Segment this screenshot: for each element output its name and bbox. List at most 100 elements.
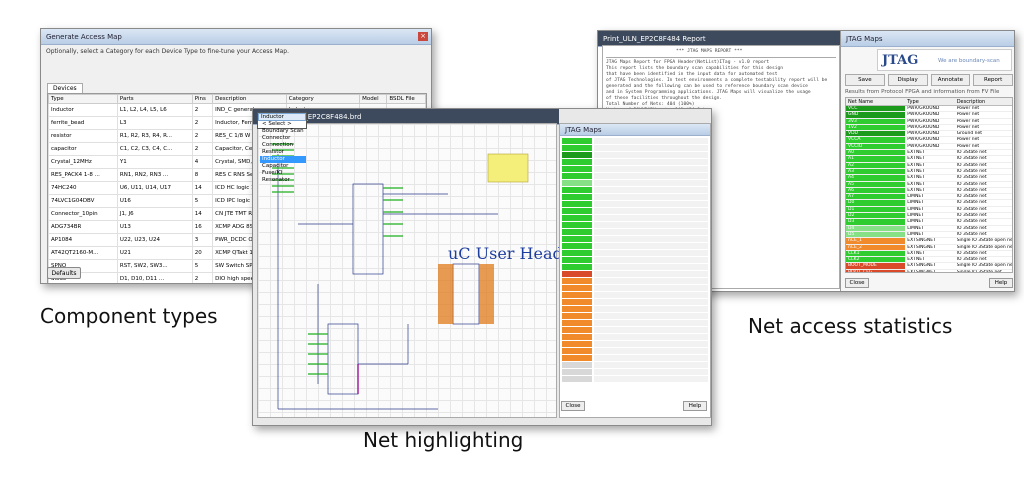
net-detail-bar xyxy=(594,355,708,361)
net-name-cell: D4 xyxy=(846,225,906,231)
toolbar-button-display[interactable]: Display xyxy=(887,74,928,86)
help-button[interactable]: Help xyxy=(683,401,707,411)
table-cell: LIMNET xyxy=(907,194,924,200)
table-cell: 3 xyxy=(191,233,214,247)
dropdown-option[interactable]: Connector xyxy=(260,135,306,142)
net-row[interactable]: BOOT_CFG EXTSINGNET Single IO 3State net xyxy=(846,269,1012,272)
net-row[interactable] xyxy=(562,320,708,326)
table-cell: 4 xyxy=(191,155,214,169)
net-row[interactable] xyxy=(562,187,708,193)
net-row[interactable] xyxy=(562,334,708,340)
net-row[interactable] xyxy=(562,313,708,319)
table-cell: EXTNET xyxy=(907,150,925,156)
net-row[interactable] xyxy=(562,215,708,221)
net-detail-bar xyxy=(594,376,708,382)
highlight-note xyxy=(487,153,529,183)
table-cell: EXTSINGNET xyxy=(907,263,936,269)
table-cell: R1, R2, R3, R4, R... xyxy=(116,129,193,143)
net-detail-bar xyxy=(594,222,708,228)
category-dropdown[interactable]: Inductor < Select > Boundary Scan Connecto… xyxy=(257,112,307,183)
table-cell: EXTNET xyxy=(907,181,925,187)
tab-devices[interactable]: Devices xyxy=(47,83,83,93)
table-cell: Single IO 3State open net xyxy=(956,238,1012,244)
table-cell: IO 3State net xyxy=(956,219,987,225)
column-header: Description xyxy=(956,99,986,105)
table-cell: PWR/GROUND xyxy=(907,124,940,130)
net-row[interactable] xyxy=(562,376,708,382)
net-row[interactable] xyxy=(562,159,708,165)
dropdown-option[interactable]: Connection xyxy=(260,142,306,149)
net-detail-bar xyxy=(594,152,708,158)
net-row[interactable] xyxy=(562,257,708,263)
net-row[interactable] xyxy=(562,243,708,249)
net-row[interactable] xyxy=(562,222,708,228)
net-name-cell: A3 xyxy=(846,168,906,175)
net-indicator xyxy=(562,243,592,249)
dropdown-option[interactable]: Fuse/IO xyxy=(260,170,306,177)
net-row[interactable] xyxy=(562,327,708,333)
net-row[interactable] xyxy=(562,138,708,144)
net-indicator xyxy=(562,348,592,354)
table-cell: Crystal_12MHz xyxy=(48,155,118,169)
caption-net-highlighting: Net highlighting xyxy=(363,428,524,452)
dropdown-option[interactable]: Boundary Scan xyxy=(260,128,306,135)
net-row[interactable] xyxy=(562,173,708,179)
net-row[interactable] xyxy=(562,341,708,347)
net-row[interactable] xyxy=(562,306,708,312)
net-row[interactable] xyxy=(562,194,708,200)
net-row[interactable] xyxy=(562,264,708,270)
logo-tagline: We are boundary-scan xyxy=(938,58,1000,64)
net-detail-bar xyxy=(594,201,708,207)
dropdown-option[interactable]: < Select > xyxy=(260,121,306,128)
net-row[interactable] xyxy=(562,292,708,298)
net-detail-bar xyxy=(594,299,708,305)
toolbar-button-save[interactable]: Save xyxy=(845,74,885,86)
net-row[interactable] xyxy=(562,285,708,291)
net-indicator xyxy=(562,152,592,158)
dropdown-option[interactable]: Capacitor xyxy=(260,163,306,170)
net-row[interactable] xyxy=(562,250,708,256)
dropdown-option[interactable]: Resistor xyxy=(260,149,306,156)
table-cell: RES_PACK4 1-8 ... xyxy=(48,168,118,182)
net-indicator xyxy=(562,236,592,242)
net-row[interactable] xyxy=(562,271,708,277)
category-select-value[interactable]: Inductor xyxy=(258,113,306,121)
net-row[interactable] xyxy=(562,369,708,375)
net-row[interactable] xyxy=(562,152,708,158)
net-row[interactable] xyxy=(562,229,708,235)
dropdown-option[interactable]: Inductor xyxy=(260,156,306,163)
close-button[interactable]: Close xyxy=(561,401,585,411)
net-name-cell: VCC xyxy=(846,106,906,112)
toolbar-button-report[interactable]: Report xyxy=(973,74,1013,86)
defaults-button[interactable]: Defaults xyxy=(47,267,81,279)
close-icon[interactable]: × xyxy=(418,32,428,41)
net-row[interactable] xyxy=(562,180,708,186)
net-row[interactable] xyxy=(562,145,708,151)
net-row[interactable] xyxy=(562,208,708,214)
net-name-cell: BOOT_MODE xyxy=(846,263,906,269)
net-row[interactable] xyxy=(562,166,708,172)
net-detail-bar xyxy=(594,341,708,347)
net-row[interactable] xyxy=(562,201,708,207)
table-cell: capacitor xyxy=(48,142,118,156)
caption-component-types: Component types xyxy=(40,304,218,328)
net-indicator xyxy=(562,187,592,193)
close-button[interactable]: Close xyxy=(845,278,869,288)
table-cell: IO 3State net xyxy=(956,200,987,206)
net-row[interactable] xyxy=(562,362,708,368)
table-cell: AP1084 xyxy=(48,233,118,247)
net-indicator xyxy=(562,341,592,347)
net-name-cell: D0 xyxy=(846,200,906,206)
net-row[interactable] xyxy=(562,236,708,242)
help-button[interactable]: Help xyxy=(989,278,1013,288)
net-row[interactable] xyxy=(562,278,708,284)
net-row[interactable] xyxy=(562,348,708,354)
toolbar-button-annotate[interactable]: Annotate xyxy=(930,74,971,86)
net-indicator xyxy=(562,369,592,375)
table-cell: Single IO 3State open net xyxy=(956,244,1012,250)
net-row[interactable] xyxy=(562,299,708,305)
net-detail-bar xyxy=(594,285,708,291)
net-row[interactable] xyxy=(562,355,708,361)
dropdown-option[interactable]: Resonator xyxy=(260,177,306,184)
table-cell: ADG734BR xyxy=(48,220,118,234)
